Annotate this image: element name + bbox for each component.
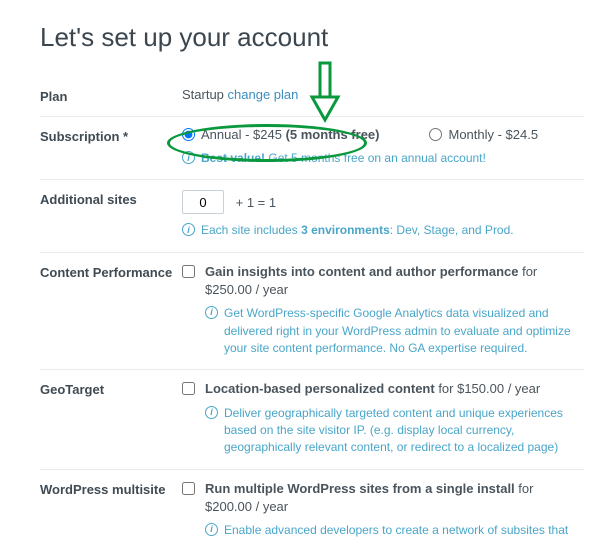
- row-geotarget: GeoTarget Location-based personalized co…: [40, 370, 584, 469]
- subscription-annual-option[interactable]: Annual - $245 (5 months free): [182, 127, 379, 142]
- info-icon: i: [205, 523, 218, 536]
- subscription-annual-radio[interactable]: [182, 128, 195, 141]
- row-subscription: Subscription * Annual - $245 (5 months f…: [40, 117, 584, 180]
- geo-checkbox[interactable]: [182, 382, 195, 395]
- subscription-annual-text: Annual - $245 (5 months free): [201, 127, 379, 142]
- geo-text: Location-based personalized content for …: [205, 380, 584, 456]
- plan-label: Plan: [40, 87, 182, 104]
- multisite-label: WordPress multisite: [40, 480, 182, 497]
- plan-name: Startup: [182, 87, 224, 102]
- info-icon: i: [182, 151, 195, 164]
- info-icon: i: [205, 406, 218, 419]
- row-additional-sites: Additional sites + 1 = 1 i Each site inc…: [40, 180, 584, 252]
- sites-total: + 1 = 1: [236, 195, 276, 210]
- row-plan: Plan Startup change plan: [40, 77, 584, 117]
- change-plan-link[interactable]: change plan: [228, 87, 299, 102]
- subscription-info: i Best value! Get 5 months free on an an…: [182, 150, 584, 167]
- subscription-monthly-radio[interactable]: [429, 128, 442, 141]
- additional-sites-input[interactable]: [182, 190, 224, 214]
- multisite-text: Run multiple WordPress sites from a sing…: [205, 480, 584, 537]
- row-content-performance: Content Performance Gain insights into c…: [40, 253, 584, 371]
- multisite-checkbox[interactable]: [182, 482, 195, 495]
- sites-label: Additional sites: [40, 190, 182, 207]
- sites-info: i Each site includes 3 environments: Dev…: [182, 222, 584, 239]
- info-icon: i: [182, 223, 195, 236]
- account-setup-form: Let's set up your account Plan Startup c…: [0, 0, 614, 537]
- plan-value: Startup change plan: [182, 87, 584, 102]
- content-perf-label: Content Performance: [40, 263, 182, 280]
- geo-label: GeoTarget: [40, 380, 182, 397]
- subscription-monthly-text: Monthly - $24.5: [448, 127, 538, 142]
- subscription-monthly-option[interactable]: Monthly - $24.5: [429, 127, 538, 142]
- content-perf-checkbox[interactable]: [182, 265, 195, 278]
- subscription-label: Subscription *: [40, 127, 182, 144]
- info-icon: i: [205, 306, 218, 319]
- page-title: Let's set up your account: [40, 22, 584, 53]
- row-multisite: WordPress multisite Run multiple WordPre…: [40, 470, 584, 537]
- content-perf-text: Gain insights into content and author pe…: [205, 263, 584, 358]
